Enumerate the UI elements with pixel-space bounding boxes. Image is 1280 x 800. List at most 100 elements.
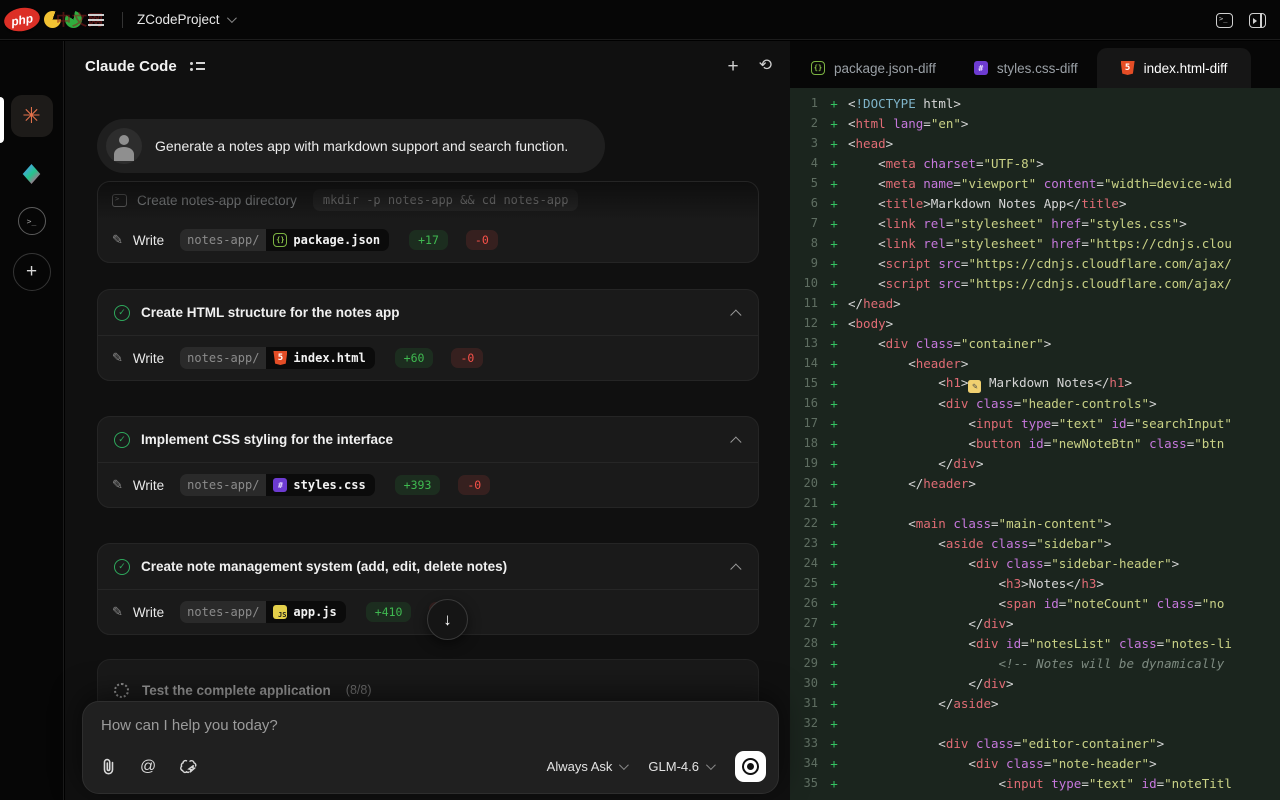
active-indicator bbox=[0, 97, 4, 143]
diff-added-marker: + bbox=[828, 216, 840, 231]
code-text: </aside> bbox=[848, 696, 999, 711]
line-number: 26 bbox=[790, 596, 818, 610]
file-pill[interactable]: notes-app/app.js bbox=[180, 601, 346, 623]
code-line: 32+ bbox=[790, 713, 1280, 733]
diff-added-marker: + bbox=[828, 756, 840, 771]
code-line: 1+<!DOCTYPE html> bbox=[790, 93, 1280, 113]
permission-mode-selector[interactable]: Always Ask bbox=[547, 759, 627, 774]
line-number: 5 bbox=[790, 176, 818, 190]
code-line: 19+ </div> bbox=[790, 453, 1280, 473]
code-text: <title>Markdown Notes App</title> bbox=[848, 196, 1127, 211]
code-line: 26+ <span id="noteCount" class="no bbox=[790, 593, 1280, 613]
diff-code-area[interactable]: 1+<!DOCTYPE html>2+<html lang="en">3+<he… bbox=[790, 88, 1280, 800]
tab-package.json-diff[interactable]: package.json-diff bbox=[792, 48, 955, 88]
code-line: 22+ <main class="main-content"> bbox=[790, 513, 1280, 533]
spinner-icon bbox=[114, 683, 129, 698]
code-text: <aside class="sidebar"> bbox=[848, 536, 1111, 551]
history-button[interactable]: ⟲ bbox=[759, 58, 772, 74]
code-text: <!DOCTYPE html> bbox=[848, 96, 961, 111]
claude-starburst-icon: ✳ bbox=[22, 105, 40, 127]
task-card-header[interactable]: ✓Create note management system (add, edi… bbox=[98, 544, 758, 589]
code-line: 16+ <div class="header-controls"> bbox=[790, 393, 1280, 413]
tab-styles.css-diff[interactable]: styles.css-diff bbox=[955, 48, 1097, 88]
file-pill[interactable]: notes-app/package.json bbox=[180, 229, 389, 251]
code-text: <main class="main-content"> bbox=[848, 516, 1111, 531]
new-session-button[interactable]: + bbox=[727, 57, 738, 76]
file-name: index.html bbox=[266, 347, 374, 369]
json-file-icon bbox=[273, 233, 287, 247]
pencil-icon: ✎ bbox=[112, 232, 123, 248]
pencil-icon: ✎ bbox=[112, 604, 123, 620]
line-number: 17 bbox=[790, 416, 818, 430]
file-pill[interactable]: notes-app/index.html bbox=[180, 347, 375, 369]
terminal-toggle-icon[interactable] bbox=[1216, 13, 1233, 28]
chat-panel: Claude Code + ⟲ Generate a notes app wit… bbox=[65, 41, 790, 800]
line-number: 27 bbox=[790, 616, 818, 630]
task-card-title: Implement CSS styling for the interface bbox=[141, 432, 723, 447]
arrow-down-icon: ↓ bbox=[443, 611, 452, 628]
diff-added-marker: + bbox=[828, 116, 840, 131]
line-number: 1 bbox=[790, 96, 818, 110]
brain-icon bbox=[180, 759, 197, 774]
code-text: <meta name="viewport" content="width=dev… bbox=[848, 176, 1232, 191]
task-card-header[interactable]: ✓Implement CSS styling for the interface bbox=[98, 417, 758, 462]
attach-button[interactable] bbox=[101, 758, 116, 775]
code-line: 2+<html lang="en"> bbox=[790, 113, 1280, 133]
paperclip-icon bbox=[101, 758, 116, 775]
diff-added-marker: + bbox=[828, 456, 840, 471]
sidebar-item-terminal[interactable] bbox=[18, 207, 46, 235]
line-number: 22 bbox=[790, 516, 818, 530]
file-name-text: styles.css bbox=[293, 478, 365, 492]
code-line: 15+ <h1> Markdown Notes</h1> bbox=[790, 373, 1280, 393]
code-text: </div> bbox=[848, 616, 1014, 631]
write-row[interactable]: ✎Writenotes-app/index.html+60-0 bbox=[98, 336, 758, 380]
code-line: 14+ <header> bbox=[790, 353, 1280, 373]
line-number: 33 bbox=[790, 736, 818, 750]
line-number: 30 bbox=[790, 676, 818, 690]
line-number: 18 bbox=[790, 436, 818, 450]
task-card-title: Create HTML structure for the notes app bbox=[141, 305, 723, 320]
hamburger-menu-icon[interactable] bbox=[88, 14, 104, 26]
editor-tab-bar: package.json-diffstyles.css-diffindex.ht… bbox=[790, 41, 1280, 88]
code-text: <meta charset="UTF-8"> bbox=[848, 156, 1044, 171]
file-path: notes-app/ bbox=[180, 229, 266, 251]
code-text: <button id="newNoteBtn" class="btn bbox=[848, 436, 1224, 451]
mention-button[interactable]: @ bbox=[140, 758, 156, 776]
code-text: <div id="notesList" class="notes-li bbox=[848, 636, 1232, 651]
model-selector[interactable]: GLM-4.6 bbox=[648, 759, 713, 774]
html-file-icon bbox=[1121, 61, 1135, 75]
command-row[interactable]: Create notes-app directorymkdir -p notes… bbox=[98, 182, 758, 218]
diff-added-marker: + bbox=[828, 336, 840, 351]
terminal-icon bbox=[112, 194, 127, 207]
tab-index.html-diff[interactable]: index.html-diff bbox=[1097, 48, 1252, 88]
file-pill[interactable]: notes-app/styles.css bbox=[180, 474, 375, 496]
task-list-icon[interactable] bbox=[190, 61, 205, 72]
line-number: 21 bbox=[790, 496, 818, 510]
code-line: 10+ <script src="https://cdnjs.cloudflar… bbox=[790, 273, 1280, 293]
lines-added-badge: +393 bbox=[395, 475, 441, 495]
write-row[interactable]: ✎Writenotes-app/styles.css+393-0 bbox=[98, 463, 758, 507]
sidebar-item-gemini[interactable] bbox=[19, 161, 45, 187]
running-task-progress: (8/8) bbox=[346, 683, 372, 697]
panel-toggle-icon[interactable] bbox=[1249, 13, 1266, 28]
running-task-label: Test the complete application bbox=[142, 683, 331, 698]
sidebar-item-claude[interactable]: ✳ bbox=[11, 95, 53, 137]
prompt-input[interactable] bbox=[101, 717, 762, 734]
code-line: 25+ <h3>Notes</h3> bbox=[790, 573, 1280, 593]
command-text: mkdir -p notes-app && cd notes-app bbox=[313, 189, 579, 211]
write-row[interactable]: ✎Writenotes-app/package.json+17-0 bbox=[98, 218, 758, 262]
line-number: 14 bbox=[790, 356, 818, 370]
thinking-mode-button[interactable] bbox=[180, 759, 197, 774]
add-agent-button[interactable]: + bbox=[13, 253, 51, 291]
project-selector[interactable]: ZCodeProject bbox=[137, 12, 234, 27]
line-number: 10 bbox=[790, 276, 818, 290]
permission-mode-label: Always Ask bbox=[547, 759, 613, 774]
chevron-up-icon bbox=[730, 563, 741, 574]
lines-added-badge: +410 bbox=[366, 602, 412, 622]
task-card-header[interactable]: ✓Create HTML structure for the notes app bbox=[98, 290, 758, 335]
code-text: <input type="text" id="searchInput" bbox=[848, 416, 1232, 431]
stop-button[interactable] bbox=[735, 751, 766, 782]
code-text: </div> bbox=[848, 456, 983, 471]
scroll-to-bottom-button[interactable]: ↓ bbox=[427, 599, 468, 640]
diff-added-marker: + bbox=[828, 156, 840, 171]
